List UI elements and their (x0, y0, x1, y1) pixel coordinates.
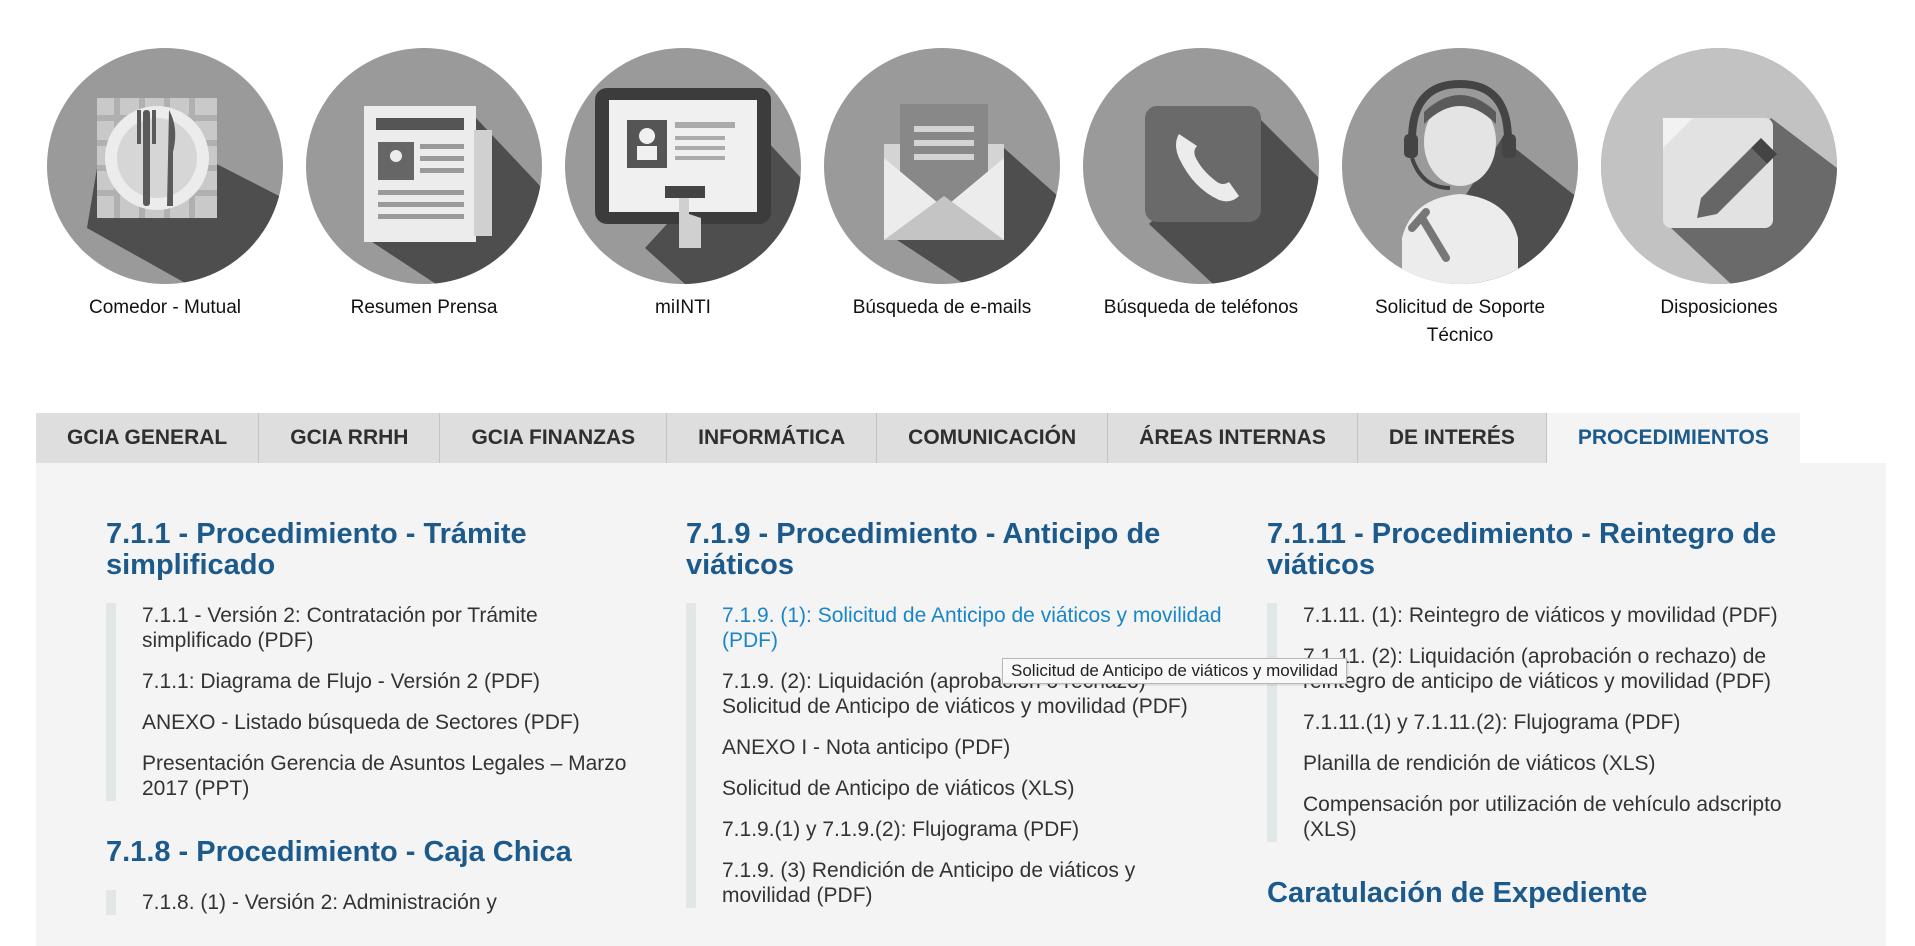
shortcut-label[interactable]: Resumen Prensa (294, 294, 554, 322)
shortcut-label[interactable]: miINTI (553, 294, 813, 322)
document-link[interactable]: 7.1.9.(1) y 7.1.9.(2): Flujograma (PDF) (722, 817, 1226, 842)
tab-gcia-general[interactable]: GCIA GENERAL (36, 413, 260, 463)
phone-icon[interactable] (1083, 48, 1319, 284)
tab-areas-internas[interactable]: ÁREAS INTERNAS (1108, 413, 1358, 463)
section-title: 7.1.1 - Procedimiento - Trámite simplifi… (106, 518, 527, 581)
document-link[interactable]: 7.1.9. (1): Solicitud de Anticipo de viá… (722, 603, 1226, 653)
document-link[interactable]: 7.1.8. (1) - Versión 2: Administración y (142, 890, 646, 915)
shortcut-telefonos[interactable]: Búsqueda de teléfonos (1071, 48, 1331, 322)
tablet-profile-icon[interactable] (565, 48, 801, 284)
document-link[interactable]: 7.1.1 - Versión 2: Contratación por Trám… (142, 603, 646, 653)
document-link[interactable]: 7.1.1: Diagrama de Flujo - Versión 2 (PD… (142, 669, 646, 694)
document-link[interactable]: Planilla de rendición de viáticos (XLS) (1303, 751, 1807, 776)
document-link[interactable]: 7.1.11. (1): Reintegro de viáticos y mov… (1303, 603, 1807, 628)
shortcut-soporte[interactable]: Solicitud de Soporte Técnico (1330, 48, 1590, 350)
tab-gcia-finanzas[interactable]: GCIA FINANZAS (440, 413, 668, 463)
document-link[interactable]: Presentación Gerencia de Asuntos Legales… (142, 751, 646, 801)
newspaper-icon[interactable] (306, 48, 542, 284)
procedures-column-3: 7.1.11 - Procedimiento - Reintegro de vi… (1267, 519, 1807, 931)
tab-informatica[interactable]: INFORMÁTICA (667, 413, 878, 463)
tab-procedimientos[interactable]: PROCEDIMIENTOS (1546, 413, 1800, 463)
document-list: 7.1.11. (1): Reintegro de viáticos y mov… (1267, 603, 1807, 842)
pencil-note-icon[interactable] (1601, 48, 1837, 284)
document-list: 7.1.9. (1): Solicitud de Anticipo de viá… (686, 603, 1226, 908)
shortcut-label[interactable]: Búsqueda de e-mails (812, 294, 1072, 322)
shortcut-label[interactable]: Solicitud de Soporte Técnico (1330, 294, 1590, 350)
document-link[interactable]: Solicitud de Anticipo de viáticos (XLS) (722, 776, 1226, 801)
dining-icon[interactable] (47, 48, 283, 284)
shortcut-label[interactable]: Comedor - Mutual (35, 294, 295, 322)
shortcut-prensa[interactable]: Resumen Prensa (294, 48, 554, 322)
tab-gcia-rrhh[interactable]: GCIA RRHH (259, 413, 441, 463)
document-list: 7.1.8. (1) - Versión 2: Administración y (106, 890, 646, 915)
document-link[interactable]: ANEXO - Listado búsqueda de Sectores (PD… (142, 710, 646, 735)
document-link[interactable]: 7.1.9. (3) Rendición de Anticipo de viát… (722, 858, 1226, 908)
document-list: 7.1.1 - Versión 2: Contratación por Trám… (106, 603, 646, 801)
section-title: 7.1.11 - Procedimiento - Reintegro de vi… (1267, 518, 1777, 581)
section-title: Caratulación de Expediente (1267, 877, 1648, 909)
shortcut-label[interactable]: Búsqueda de teléfonos (1071, 294, 1331, 322)
procedures-column-2: 7.1.9 - Procedimiento - Anticipo de viát… (686, 519, 1226, 944)
envelope-icon[interactable] (824, 48, 1060, 284)
shortcut-comedor[interactable]: Comedor - Mutual (35, 48, 295, 322)
section-title: 7.1.8 - Procedimiento - Caja Chica (106, 836, 572, 868)
shortcut-miinti[interactable]: miINTI (553, 48, 813, 322)
document-link[interactable]: Compensación por utilización de vehículo… (1303, 792, 1807, 842)
document-link[interactable]: 7.1.11. (2): Liquidación (aprobación o r… (1303, 644, 1807, 694)
section-tabs: GCIA GENERAL GCIA RRHH GCIA FINANZAS INF… (36, 413, 1800, 463)
shortcut-disposiciones[interactable]: Disposiciones (1589, 48, 1849, 322)
procedures-panel: 7.1.1 - Procedimiento - Trámite simplifi… (36, 463, 1886, 946)
shortcut-label[interactable]: Disposiciones (1589, 294, 1849, 322)
procedures-column-1: 7.1.1 - Procedimiento - Trámite simplifi… (106, 519, 646, 946)
section-title: 7.1.9 - Procedimiento - Anticipo de viát… (686, 518, 1161, 581)
tab-de-interes[interactable]: DE INTERÉS (1357, 413, 1547, 463)
document-link[interactable]: 7.1.11.(1) y 7.1.11.(2): Flujograma (PDF… (1303, 710, 1807, 735)
document-link[interactable]: ANEXO I - Nota anticipo (PDF) (722, 735, 1226, 760)
tab-comunicacion[interactable]: COMUNICACIÓN (877, 413, 1109, 463)
shortcut-emails[interactable]: Búsqueda de e-mails (812, 48, 1072, 322)
shortcut-strip: Comedor - Mutual Resumen Prensa miINTI B… (0, 0, 1915, 360)
support-agent-icon[interactable] (1342, 48, 1578, 284)
link-tooltip: Solicitud de Anticipo de viáticos y movi… (1002, 658, 1347, 684)
